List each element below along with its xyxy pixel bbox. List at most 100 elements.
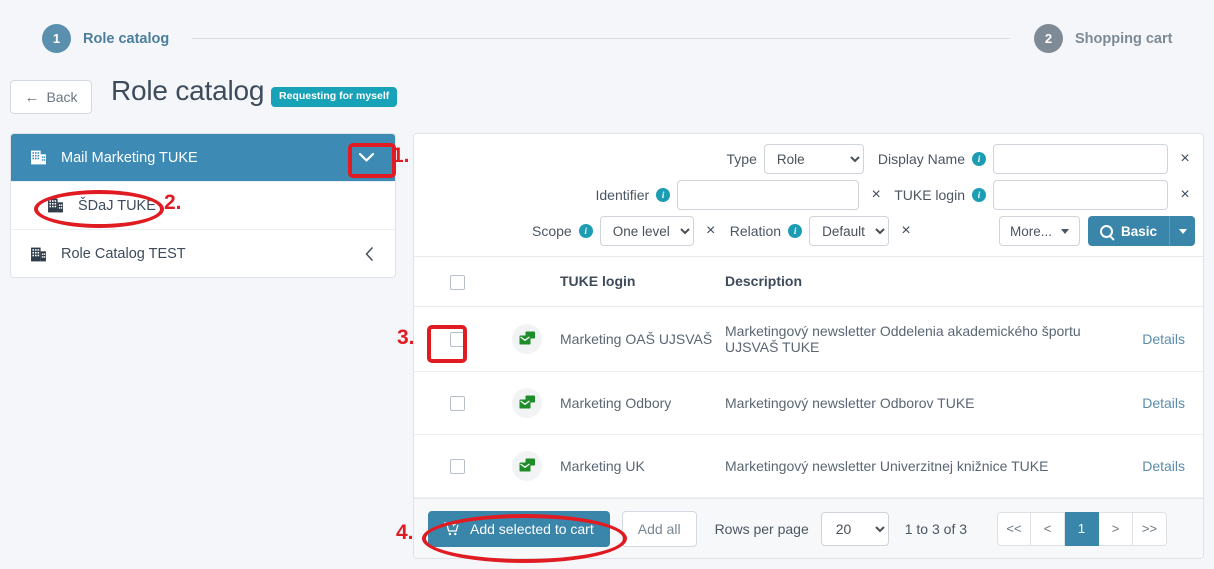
more-filters-label: More... (1009, 223, 1052, 239)
stepper-step-2-label: Shopping cart (1075, 30, 1173, 47)
filter-scope-label: Scope (532, 223, 572, 239)
clear-relation-icon[interactable]: × (896, 223, 916, 239)
table-header-icon (512, 257, 560, 307)
filter-row-1: Type Role Display Name i × (422, 144, 1195, 174)
row-select-cell (414, 371, 512, 435)
row-description: Marketingový newsletter Oddelenia akadem… (725, 306, 1095, 372)
table-header-tuke-login: TUKE login (560, 257, 725, 307)
clear-display-name-icon[interactable]: × (1175, 151, 1195, 167)
annotation-number-4: 4. (396, 521, 414, 544)
chevron-down-icon (1178, 228, 1187, 234)
filter-identifier: Identifier i × (595, 180, 886, 210)
filter-display-name-input[interactable] (993, 144, 1168, 174)
basic-search-button[interactable]: Basic (1087, 216, 1169, 246)
filter-identifier-input[interactable] (677, 180, 860, 210)
row-description: Marketingový newsletter Odborov TUKE (725, 371, 1095, 435)
add-selected-to-cart-label: Add selected to cart (470, 520, 594, 537)
pagination: << < 1 > >> (997, 511, 1168, 546)
chevron-down-icon[interactable] (349, 146, 383, 170)
building-icon (31, 150, 46, 165)
rows-per-page-select[interactable]: 20 (820, 511, 889, 546)
select-all-checkbox[interactable] (450, 274, 465, 290)
table-row[interactable]: Marketing UK Marketingový newsletter Uni… (414, 434, 1203, 498)
stepper-step-shopping-cart[interactable]: 2 Shopping cart (1034, 24, 1172, 53)
filter-scope-select[interactable]: One level (599, 216, 694, 246)
tree-item-label: Role Catalog TEST (61, 246, 186, 262)
back-button[interactable]: ← Back (10, 80, 92, 114)
table-row[interactable]: Marketing Odbory Marketingový newsletter… (414, 371, 1203, 435)
pagination-prev[interactable]: < (1031, 511, 1066, 546)
info-icon[interactable]: i (788, 224, 803, 238)
row-icon-cell (512, 371, 560, 435)
info-icon[interactable]: i (578, 224, 593, 238)
row-details-cell: Details (1095, 434, 1203, 498)
info-icon[interactable]: i (972, 188, 986, 202)
details-link[interactable]: Details (1142, 395, 1185, 411)
basic-search-label: Basic (1120, 223, 1157, 239)
search-mode-dropdown-button[interactable] (1169, 216, 1195, 246)
filter-tuke-login-input[interactable] (993, 180, 1168, 210)
arrow-left-icon: ← (24, 88, 40, 106)
pagination-first[interactable]: << (997, 511, 1032, 546)
result-count-label: 1 to 3 of 3 (904, 520, 968, 537)
stepper-step-1-number: 1 (42, 24, 71, 53)
mail-group-icon (512, 323, 542, 354)
mail-group-icon (512, 450, 542, 481)
details-link[interactable]: Details (1142, 331, 1185, 347)
filter-type: Type Role (727, 144, 864, 174)
pagination-next[interactable]: > (1099, 511, 1134, 546)
details-link[interactable]: Details (1142, 458, 1185, 474)
rows-per-page-label: Rows per page (714, 520, 809, 537)
filter-relation-select[interactable]: Default (809, 216, 890, 246)
filter-type-select[interactable]: Role (763, 144, 864, 174)
filter-row-2: Identifier i × TUKE login i × (422, 180, 1195, 210)
annotation-number-1: 1. (392, 144, 410, 167)
row-checkbox[interactable] (450, 459, 465, 475)
page-title: Role catalog (111, 75, 265, 106)
row-description: Marketingový newsletter Univerzitnej kni… (725, 434, 1095, 498)
info-icon[interactable]: i (972, 152, 986, 166)
row-checkbox[interactable] (450, 396, 465, 412)
chevron-down-icon (1060, 228, 1069, 234)
pagination-last[interactable]: >> (1133, 511, 1168, 546)
filter-identifier-label: Identifier (595, 187, 650, 203)
row-select-cell (414, 306, 512, 372)
table-row[interactable]: Marketing OAŠ UJSVAŠ Marketingový newsle… (414, 306, 1203, 372)
search-icon (1099, 224, 1113, 238)
page-header: ← Back Role catalog (0, 66, 1214, 128)
add-all-button[interactable]: Add all (621, 510, 697, 547)
stepper-step-role-catalog[interactable]: 1 Role catalog (42, 24, 169, 53)
org-tree-panel: Mail Marketing TUKE ŠDaJ TUKE Role Catal… (10, 133, 396, 278)
annotation-number-3: 3. (397, 326, 415, 349)
table-header-row: TUKE login Description (414, 257, 1203, 307)
filter-tuke-login: TUKE login i × (894, 180, 1195, 210)
table-header-details (1095, 257, 1203, 307)
stepper-step-2-number: 2 (1034, 24, 1063, 53)
info-icon[interactable]: i (656, 188, 671, 202)
clear-tuke-login-icon[interactable]: × (1175, 187, 1195, 203)
back-button-label: Back (46, 89, 78, 105)
pagination-page-1[interactable]: 1 (1065, 511, 1100, 546)
status-badge-requesting-for-myself: Requesting for myself (271, 87, 398, 107)
add-selected-to-cart-button[interactable]: Add selected to cart (428, 510, 610, 547)
tree-item-sdaj-tuke[interactable]: ŠDaJ TUKE (11, 182, 395, 230)
search-button-group: Basic (1087, 216, 1195, 246)
wizard-stepper: 1 Role catalog 2 Shopping cart (0, 0, 1214, 66)
row-icon-cell (512, 434, 560, 498)
more-filters-button[interactable]: More... (998, 216, 1080, 246)
filter-type-label: Type (726, 151, 757, 167)
clear-scope-icon[interactable]: × (701, 223, 721, 239)
mail-group-icon (512, 387, 542, 418)
clear-identifier-icon[interactable]: × (866, 187, 886, 203)
row-details-cell: Details (1095, 371, 1203, 435)
tree-item-mail-marketing-tuke[interactable]: Mail Marketing TUKE (11, 134, 395, 182)
row-checkbox[interactable] (450, 332, 465, 348)
filter-scope: Scope i One level × (532, 216, 721, 246)
search-filter-bar: Type Role Display Name i × Identifier i … (414, 134, 1203, 257)
chevron-left-icon[interactable] (359, 244, 379, 264)
table-header-description: Description (725, 257, 1095, 307)
row-details-cell: Details (1095, 306, 1203, 372)
filter-tuke-login-label: TUKE login (894, 187, 965, 203)
filter-relation: Relation i Default × (730, 216, 916, 246)
tree-item-role-catalog-test[interactable]: Role Catalog TEST (11, 230, 395, 277)
